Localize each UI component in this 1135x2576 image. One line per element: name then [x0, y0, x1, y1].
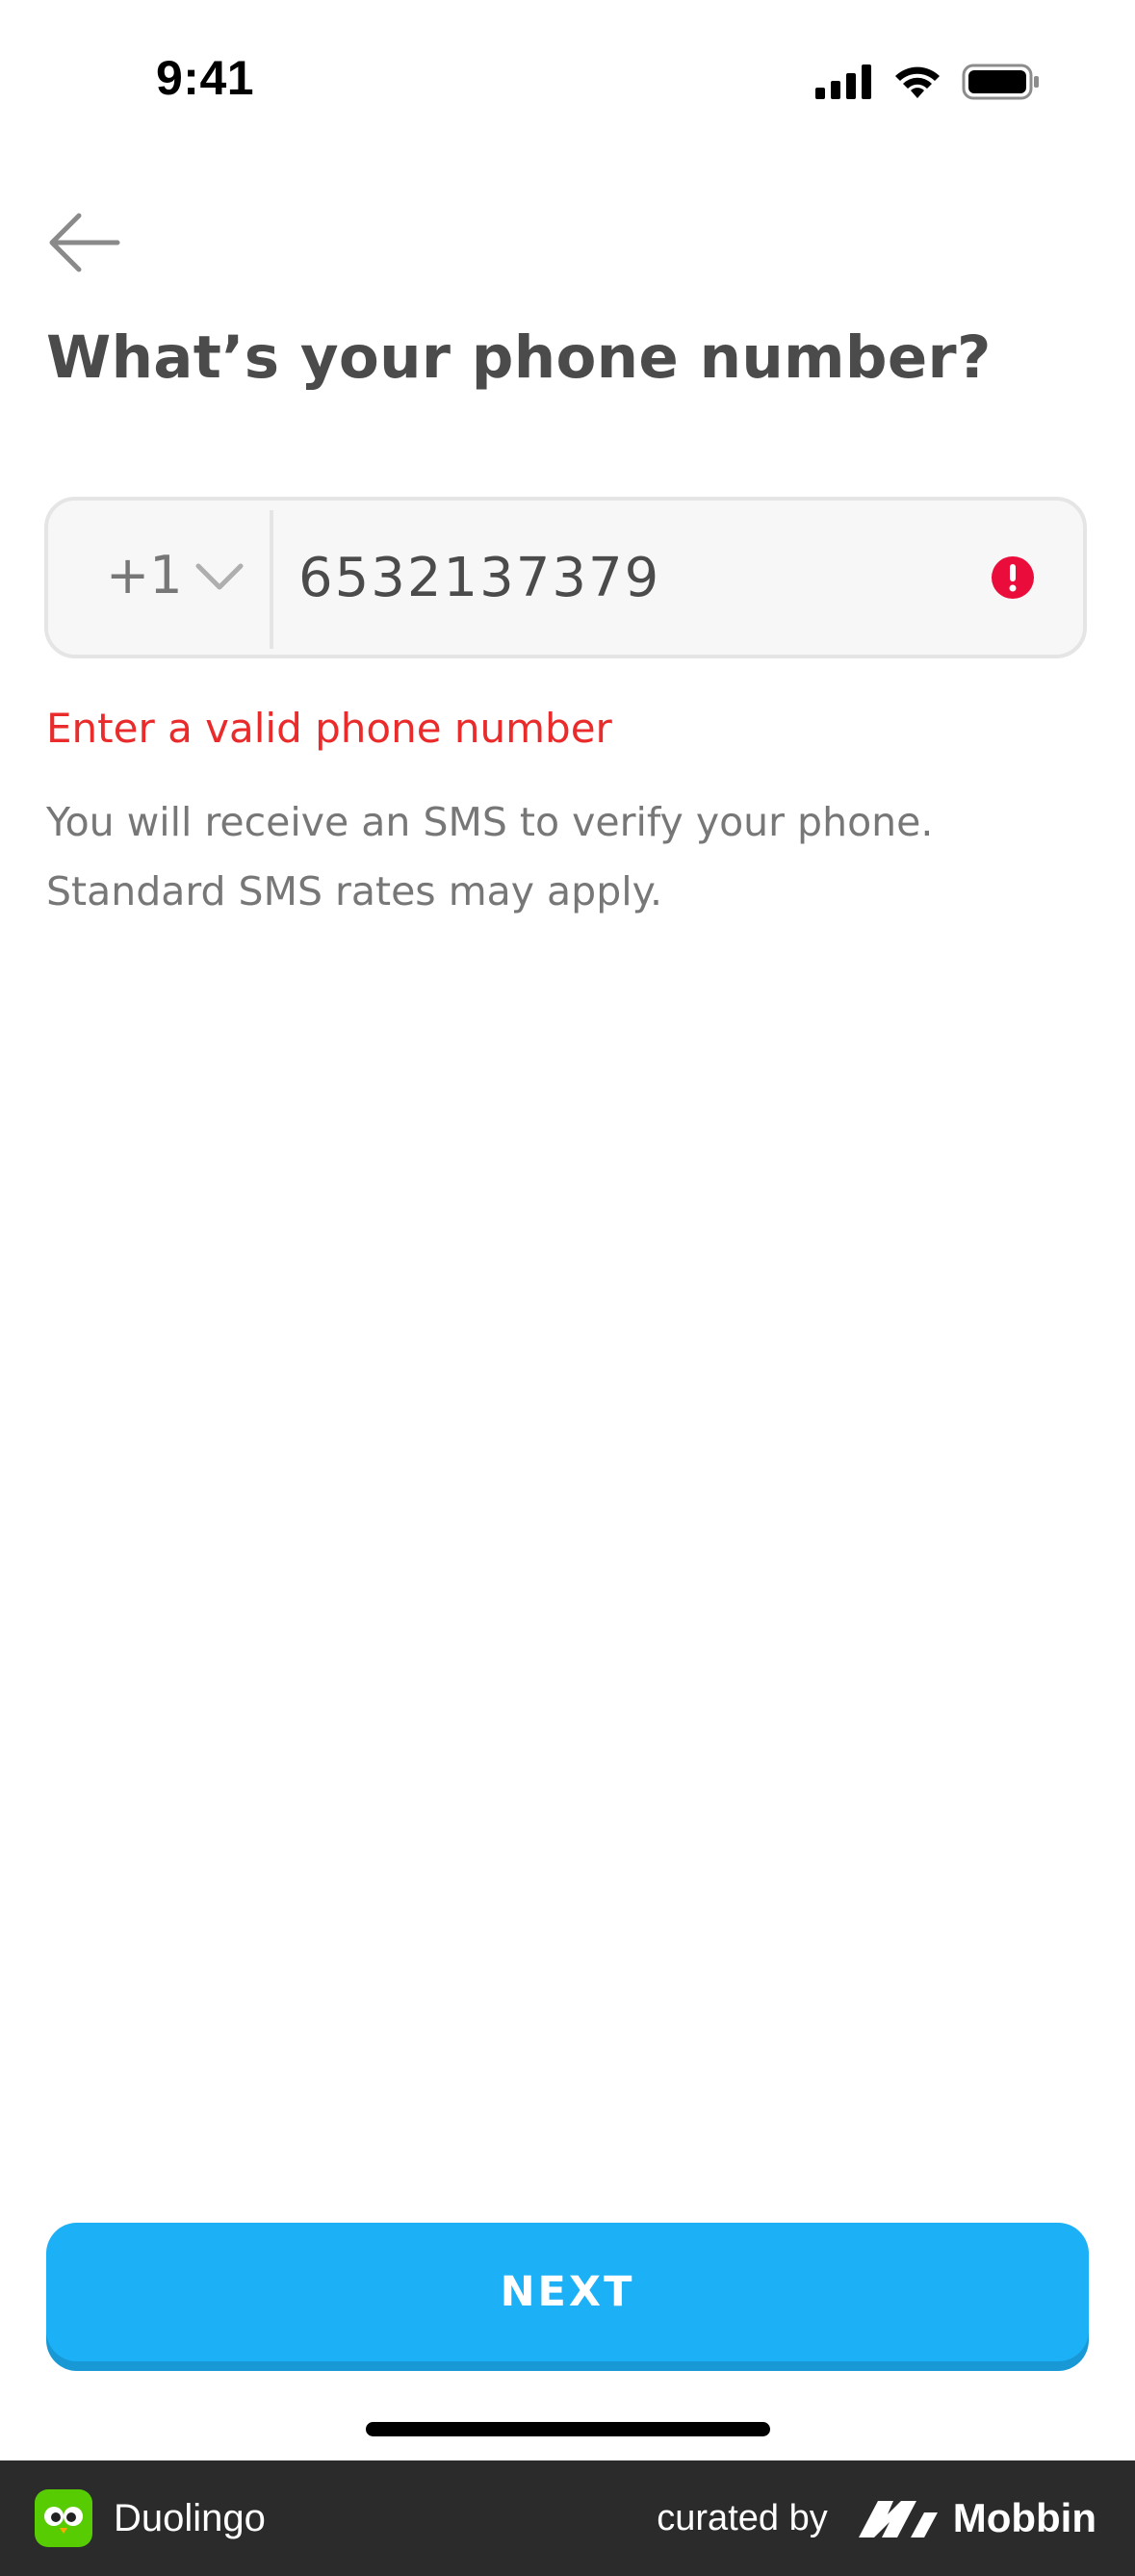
battery-icon	[962, 64, 1039, 100]
footer-curated-label: curated by	[657, 2497, 828, 2538]
chevron-down-icon	[195, 563, 244, 590]
footer-brand: Mobbin	[857, 2495, 1096, 2541]
footer-app-name: Duolingo	[114, 2496, 266, 2539]
back-button[interactable]	[44, 208, 123, 277]
status-time: 9:41	[156, 51, 255, 105]
sms-helper-text: You will receive an SMS to verify your p…	[46, 799, 934, 914]
footer-brand-name: Mobbin	[952, 2495, 1096, 2540]
status-bar: 9:41	[0, 0, 1135, 168]
wifi-icon	[895, 66, 940, 98]
phone-number-field: +1	[44, 497, 1087, 658]
country-code-selector[interactable]: +1	[48, 501, 271, 655]
error-message: Enter a valid phone number	[46, 705, 612, 752]
cellular-signal-icon	[815, 64, 871, 99]
footer-curated: curated by Mobbin	[657, 2460, 1096, 2576]
error-alert-icon	[992, 556, 1034, 599]
next-button-label: NEXT	[500, 2268, 635, 2316]
duolingo-logo-icon	[35, 2489, 92, 2547]
field-divider	[270, 510, 273, 649]
arrow-left-icon	[49, 213, 120, 272]
next-button[interactable]: NEXT	[46, 2223, 1089, 2361]
footer-bar: Duolingo curated by Mobbin	[0, 2460, 1135, 2576]
status-icons	[815, 64, 1041, 100]
phone-number-input[interactable]	[298, 520, 972, 635]
mobbin-logo-icon	[858, 2501, 938, 2537]
footer-app: Duolingo	[35, 2460, 266, 2576]
home-indicator	[366, 2422, 770, 2436]
page-title: What’s your phone number?	[46, 323, 992, 392]
country-code-label: +1	[106, 545, 183, 605]
